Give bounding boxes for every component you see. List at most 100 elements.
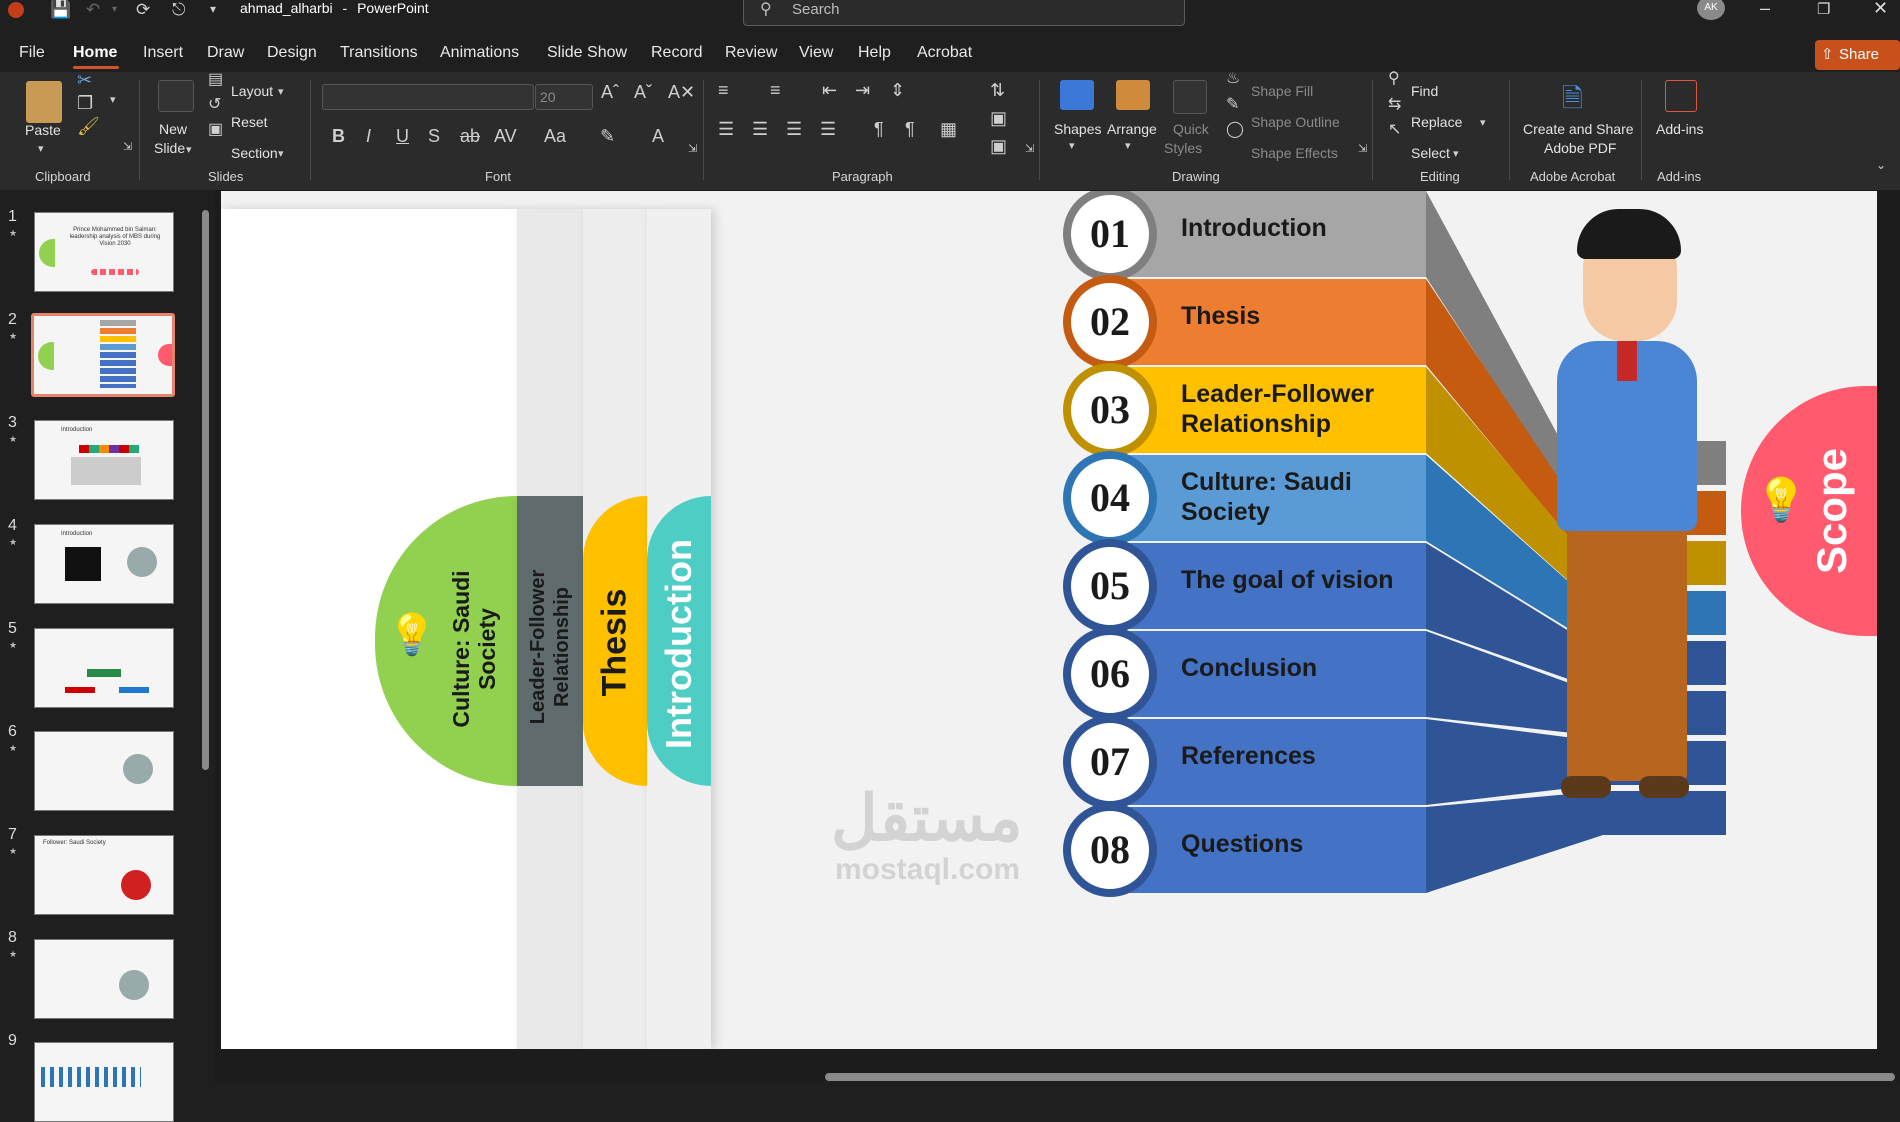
paragraph-launcher-icon[interactable]: ⇲: [1025, 142, 1034, 155]
copy-icon[interactable]: ❐: [77, 93, 93, 114]
paste-dropdown-icon[interactable]: ▾: [38, 142, 44, 155]
underline-icon[interactable]: U: [396, 126, 409, 147]
justify-icon[interactable]: ☰: [820, 119, 836, 140]
align-center-icon[interactable]: ☰: [752, 119, 768, 140]
section-icon[interactable]: ▣: [208, 119, 223, 139]
quick-styles-icon[interactable]: [1173, 80, 1207, 114]
text-direction-icon[interactable]: ⇅: [990, 80, 1005, 101]
drawing-launcher-icon[interactable]: ⇲: [1358, 142, 1367, 155]
quick-styles-label-1[interactable]: Quick: [1173, 121, 1209, 137]
section-button[interactable]: Section: [231, 145, 278, 161]
character-spacing-icon[interactable]: AV: [494, 126, 517, 147]
tab-view[interactable]: View: [799, 44, 833, 62]
numbering-icon[interactable]: ≡: [770, 80, 781, 101]
arrange-icon[interactable]: [1116, 80, 1150, 110]
slide-thumbnail-4[interactable]: Introduction: [34, 524, 174, 604]
add-ins-button[interactable]: Add-ins: [1656, 121, 1703, 137]
italic-icon[interactable]: I: [366, 126, 371, 147]
find-icon[interactable]: ⚲: [1388, 68, 1400, 88]
shape-outline-icon[interactable]: ✎: [1226, 94, 1239, 114]
tab-record[interactable]: Record: [651, 44, 703, 62]
replace-button[interactable]: Replace: [1411, 114, 1462, 130]
refresh-icon[interactable]: ⟳: [136, 0, 150, 20]
powerpoint-app-icon[interactable]: [8, 2, 24, 18]
find-button[interactable]: Find: [1411, 83, 1438, 99]
slide-thumbnail-7[interactable]: Follower: Saudi Society: [34, 835, 174, 915]
replace-dropdown-icon[interactable]: ▾: [1480, 116, 1486, 129]
reset-icon[interactable]: ↺: [208, 94, 221, 114]
new-slide-label-2[interactable]: Slide: [154, 140, 185, 156]
align-left-icon[interactable]: ☰: [718, 119, 734, 140]
new-slide-icon[interactable]: [158, 80, 194, 112]
tab-transitions[interactable]: Transitions: [340, 44, 418, 62]
customize-toolbar-icon[interactable]: ▾: [210, 2, 216, 16]
tab-help[interactable]: Help: [858, 44, 891, 62]
slide-thumbnail-1[interactable]: Prince Mohammed bin Salman: leadership a…: [34, 212, 174, 292]
font-family-select[interactable]: [322, 84, 534, 110]
change-case-icon[interactable]: Aa: [544, 126, 566, 147]
font-color-icon[interactable]: A: [652, 126, 664, 147]
decrease-font-icon[interactable]: Aˇ: [634, 82, 652, 103]
slide-thumbnail-8[interactable]: [34, 939, 174, 1019]
smartart-icon[interactable]: ▣: [990, 136, 1007, 157]
shadow-icon[interactable]: S: [428, 126, 440, 147]
select-icon[interactable]: ↖: [1388, 119, 1401, 139]
create-pdf-label-2[interactable]: Adobe PDF: [1544, 140, 1616, 156]
new-slide-dropdown-icon[interactable]: ▾: [186, 143, 192, 156]
slide-thumbnail-5[interactable]: [34, 628, 174, 708]
clear-formatting-icon[interactable]: A✕: [668, 82, 695, 103]
rtl-icon[interactable]: ¶: [905, 119, 915, 140]
slide-2[interactable]: 💡 Culture: Saudi Society Leader-Follower…: [221, 191, 1877, 1049]
tab-draw[interactable]: Draw: [207, 44, 244, 62]
thumbnail-scrollbar[interactable]: [202, 210, 209, 770]
font-size-select[interactable]: 20: [535, 84, 593, 110]
close-icon[interactable]: ✕: [1873, 0, 1888, 19]
save-icon[interactable]: 💾: [50, 0, 71, 20]
tab-animations[interactable]: Animations: [440, 44, 519, 62]
cut-icon[interactable]: ✂: [77, 70, 92, 91]
tab-insert[interactable]: Insert: [143, 44, 183, 62]
tab-design[interactable]: Design: [267, 44, 317, 62]
reset-button[interactable]: Reset: [231, 114, 268, 130]
canvas-horizontal-scrollbar[interactable]: [825, 1073, 1895, 1081]
new-slide-label-1[interactable]: New: [159, 121, 187, 137]
slide-thumbnail-9[interactable]: [34, 1042, 174, 1122]
increase-indent-icon[interactable]: ⇥: [855, 80, 870, 101]
layout-button[interactable]: Layout: [231, 83, 273, 99]
share-button[interactable]: ⇧ Share: [1815, 40, 1900, 70]
select-button[interactable]: Select: [1411, 145, 1450, 161]
copy-dropdown-icon[interactable]: ▾: [110, 93, 116, 106]
restore-icon[interactable]: ❐: [1817, 0, 1830, 18]
shape-outline-button[interactable]: Shape Outline: [1251, 114, 1340, 130]
format-painter-icon[interactable]: 🖌: [77, 116, 100, 137]
slide-thumbnail-2[interactable]: [31, 313, 175, 397]
tab-home[interactable]: Home: [73, 44, 117, 62]
increase-font-icon[interactable]: Aˆ: [601, 82, 619, 103]
shape-effects-button[interactable]: Shape Effects: [1251, 145, 1338, 161]
tab-file[interactable]: File: [19, 44, 45, 62]
tab-review[interactable]: Review: [725, 44, 777, 62]
bold-icon[interactable]: B: [332, 126, 345, 147]
collapse-ribbon-icon[interactable]: ⌄: [1876, 158, 1886, 172]
tab-slide-show[interactable]: Slide Show: [547, 44, 627, 62]
search-box[interactable]: ⚲ Search: [743, 0, 1185, 26]
avatar[interactable]: AK: [1697, 0, 1725, 20]
strikethrough-icon[interactable]: ab: [460, 126, 480, 147]
shape-effects-icon[interactable]: ◯: [1226, 119, 1244, 139]
paste-label[interactable]: Paste: [25, 122, 61, 138]
undo-dropdown-icon[interactable]: ▾: [112, 4, 117, 15]
shapes-button[interactable]: Shapes: [1054, 121, 1101, 137]
paste-icon[interactable]: [26, 81, 62, 123]
add-ins-icon[interactable]: [1665, 80, 1697, 112]
create-pdf-label-1[interactable]: Create and Share: [1523, 121, 1634, 137]
align-right-icon[interactable]: ☰: [786, 119, 802, 140]
adobe-pdf-icon[interactable]: 🗎: [1562, 80, 1583, 124]
ltr-icon[interactable]: ¶: [874, 119, 884, 140]
minimize-icon[interactable]: –: [1760, 0, 1770, 19]
font-launcher-icon[interactable]: ⇲: [688, 142, 697, 155]
clipboard-launcher-icon[interactable]: ⇲: [123, 140, 132, 153]
undo-icon[interactable]: ↶: [86, 0, 100, 20]
shapes-icon[interactable]: [1060, 80, 1094, 110]
shape-fill-icon[interactable]: ♨: [1226, 68, 1240, 88]
layout-icon[interactable]: ▤: [208, 69, 223, 89]
